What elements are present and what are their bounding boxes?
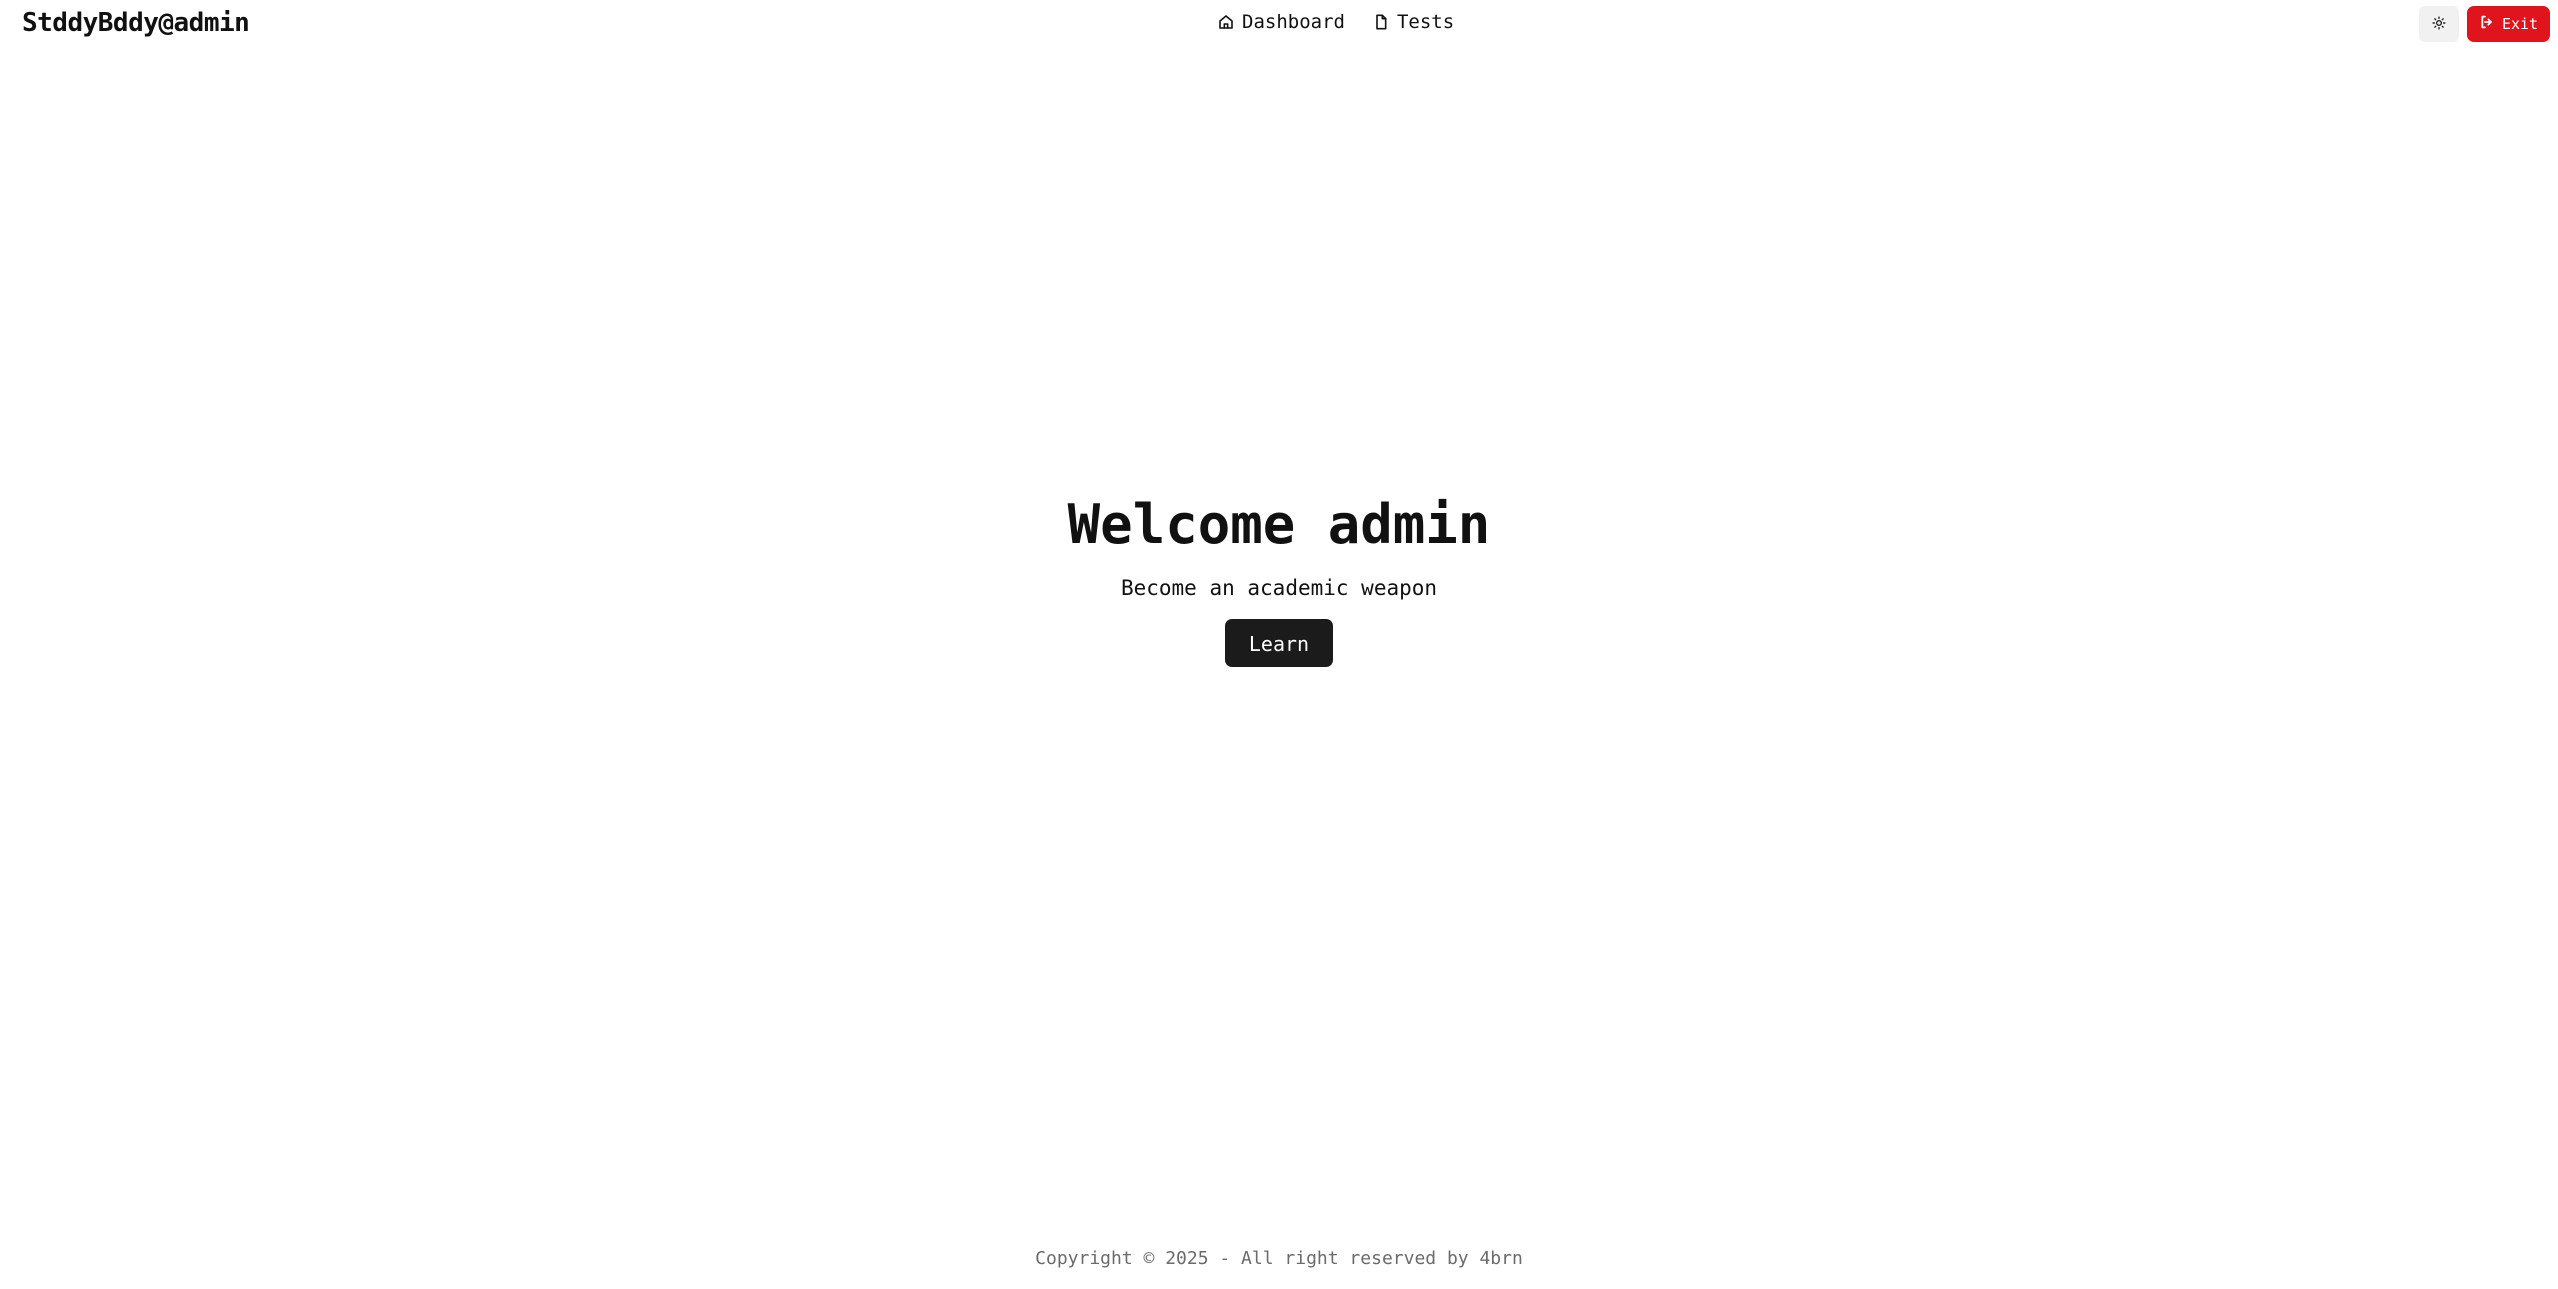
theme-toggle-button[interactable] bbox=[2419, 6, 2459, 42]
hero-title: Welcome admin bbox=[1067, 493, 1491, 556]
footer: Copyright © 2025 - All right reserved by… bbox=[0, 1248, 2558, 1269]
navbar: StddyBddy@admin Dashboard Tests Exit bbox=[0, 0, 2558, 48]
logout-icon bbox=[2479, 14, 2495, 34]
nav-item-label: Tests bbox=[1396, 11, 1455, 33]
learn-button[interactable]: Learn bbox=[1225, 619, 1333, 667]
nav-item-dashboard[interactable]: Dashboard bbox=[1218, 11, 1345, 33]
sun-icon bbox=[2432, 15, 2446, 34]
exit-label: Exit bbox=[2501, 15, 2539, 33]
brand-logo[interactable]: StddyBddy@admin bbox=[22, 8, 250, 38]
main-nav: Dashboard Tests bbox=[1218, 11, 1454, 33]
copyright-text: Copyright © 2025 - All right reserved by… bbox=[1035, 1248, 1523, 1269]
file-icon bbox=[1373, 14, 1389, 30]
home-icon bbox=[1218, 14, 1234, 30]
hero-section: Welcome admin Become an academic weapon … bbox=[0, 490, 2558, 667]
nav-item-tests[interactable]: Tests bbox=[1373, 11, 1454, 33]
page: StddyBddy@admin Dashboard Tests Exit Wel… bbox=[0, 0, 2558, 1289]
exit-button[interactable]: Exit bbox=[2467, 6, 2550, 42]
hero-subtitle: Become an academic weapon bbox=[1120, 576, 1438, 600]
nav-item-label: Dashboard bbox=[1242, 11, 1345, 33]
